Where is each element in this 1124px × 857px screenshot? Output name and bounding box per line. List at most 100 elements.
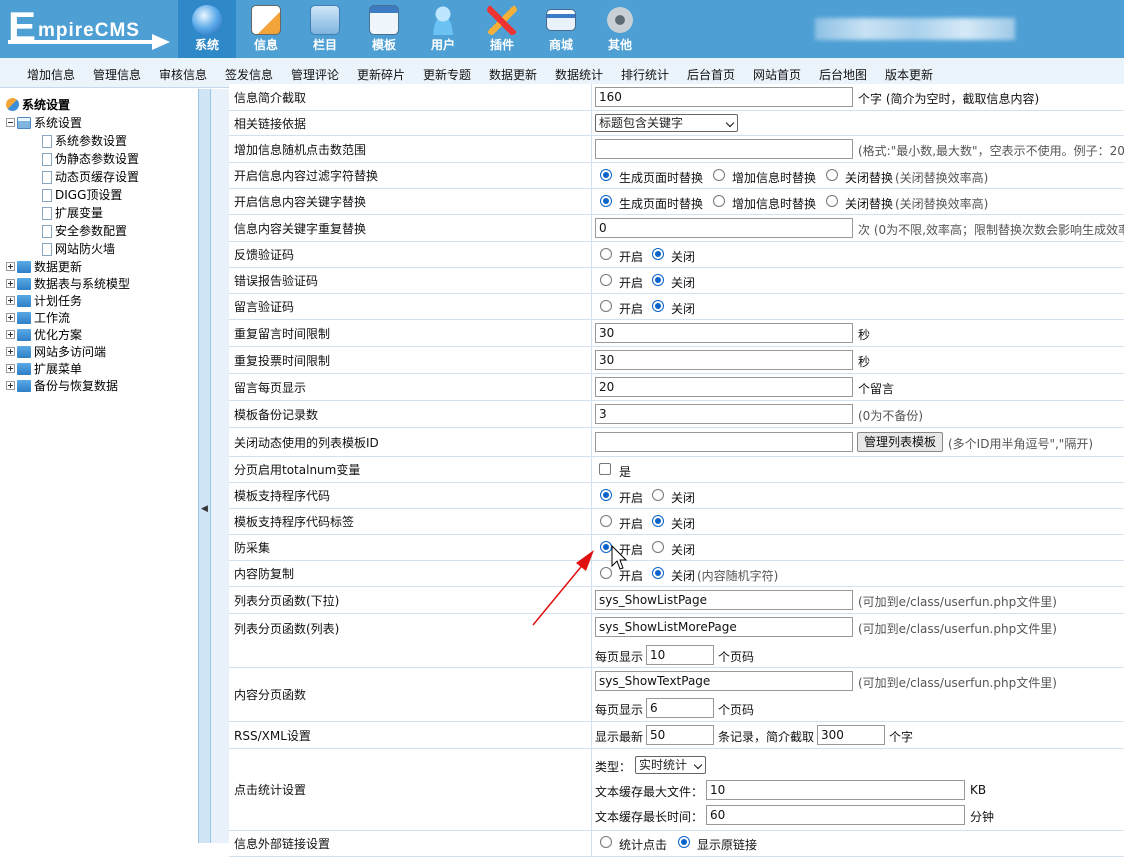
subnav-manage-comments[interactable]: 管理评论 (291, 66, 339, 83)
radio-open[interactable] (600, 248, 612, 260)
subnav-admin-home[interactable]: 后台首页 (687, 66, 735, 83)
subnav-ranking-stats[interactable]: 排行统计 (621, 66, 669, 83)
radio-open[interactable] (600, 300, 612, 312)
subnav-version-update[interactable]: 版本更新 (885, 66, 933, 83)
radio-close[interactable] (652, 300, 664, 312)
expand-icon[interactable] (6, 381, 15, 390)
tree-group-optimization[interactable]: 优化方案 (6, 327, 82, 343)
subnav-add-info[interactable]: 增加信息 (27, 66, 75, 83)
tree-group-scheduled-tasks[interactable]: 计划任务 (6, 293, 82, 309)
tree-group-data-update[interactable]: 数据更新 (6, 259, 82, 275)
radio-close[interactable] (652, 515, 664, 527)
tab-system[interactable]: 系统 (178, 0, 236, 58)
text-page-func-input[interactable]: sys_ShowTextPage (595, 671, 853, 691)
subnav-data-update[interactable]: 数据更新 (489, 66, 537, 83)
template-backups-input[interactable]: 3 (595, 404, 853, 424)
list-page-func-input[interactable]: sys_ShowListPage (595, 590, 853, 610)
repeat-message-input[interactable]: 30 (595, 323, 853, 343)
tab-plugin[interactable]: 插件 (473, 0, 531, 58)
radio-open[interactable] (600, 489, 612, 501)
tab-user[interactable]: 用户 (414, 0, 472, 58)
sidebar-item-security[interactable]: 安全参数配置 (42, 223, 127, 239)
sidebar-item-ext-vars[interactable]: 扩展变量 (42, 205, 103, 221)
tab-template[interactable]: 模板 (355, 0, 413, 58)
tab-shop[interactable]: 商城 (532, 0, 590, 58)
radio-close[interactable] (652, 274, 664, 286)
keyword-repeat-input[interactable]: 0 (595, 218, 853, 238)
expand-icon[interactable] (6, 313, 15, 322)
subnav-data-stats[interactable]: 数据统计 (555, 66, 603, 83)
rss-count-input[interactable]: 50 (646, 725, 714, 745)
messages-per-page-input[interactable]: 20 (595, 377, 853, 397)
subnav-sign-info[interactable]: 签发信息 (225, 66, 273, 83)
tree-group-workflow[interactable]: 工作流 (6, 310, 70, 326)
subnav-site-home[interactable]: 网站首页 (753, 66, 801, 83)
sidebar-splitter[interactable]: ◀ (198, 89, 211, 843)
expand-icon[interactable] (6, 347, 15, 356)
radio-gen-replace[interactable] (600, 169, 612, 181)
totalnum-checkbox[interactable] (599, 463, 611, 475)
rss-intro-length-input[interactable]: 300 (817, 725, 885, 745)
page-icon (42, 243, 52, 256)
intro-length-input[interactable]: 160 (595, 87, 853, 107)
random-clicks-input[interactable] (595, 139, 853, 159)
tree-group-system[interactable]: 系统设置 (6, 115, 82, 131)
sidebar-item-digg[interactable]: DIGG顶设置 (42, 187, 122, 203)
row-anti-scrape: 防采集 开启 关闭 (229, 535, 1124, 561)
radio-gen-replace[interactable] (600, 195, 612, 207)
folder-icon (17, 363, 31, 375)
expand-icon[interactable] (6, 279, 15, 288)
text-per-page-input[interactable]: 6 (646, 698, 714, 718)
radio-close[interactable] (652, 541, 664, 553)
radio-off-replace[interactable] (826, 169, 838, 181)
cache-max-file-input[interactable]: 10 (706, 780, 965, 800)
expand-icon[interactable] (6, 296, 15, 305)
radio-off-replace[interactable] (826, 195, 838, 207)
page-icon (42, 225, 52, 238)
expand-icon[interactable] (6, 364, 15, 373)
tab-other[interactable]: 其他 (591, 0, 649, 58)
cache-max-time-input[interactable]: 60 (706, 805, 965, 825)
subnav-review-info[interactable]: 审核信息 (159, 66, 207, 83)
radio-show-original[interactable] (678, 836, 690, 848)
subnav-admin-map[interactable]: 后台地图 (819, 66, 867, 83)
radio-open[interactable] (600, 541, 612, 553)
click-stat-type-select[interactable]: 实时统计 (635, 756, 706, 774)
subnav-manage-info[interactable]: 管理信息 (93, 66, 141, 83)
sidebar-item-firewall[interactable]: 网站防火墙 (42, 241, 115, 257)
row-repeat-vote-limit: 重复投票时间限制 30 秒 (229, 347, 1124, 374)
manage-list-templates-button[interactable]: 管理列表模板 (857, 432, 944, 452)
expand-icon[interactable] (6, 262, 15, 271)
folder-icon (17, 329, 31, 341)
radio-close[interactable] (652, 567, 664, 579)
tab-info[interactable]: 信息 (237, 0, 295, 58)
tree-group-multi-access[interactable]: 网站多访问端 (6, 344, 106, 360)
radio-count-clicks[interactable] (600, 836, 612, 848)
collapse-icon[interactable] (6, 118, 15, 127)
repeat-vote-input[interactable]: 30 (595, 350, 853, 370)
sidebar-item-dynamic-cache[interactable]: 动态页缓存设置 (42, 169, 139, 185)
row-intro-length: 信息简介截取 160 个字 (简介为空时，截取信息内容) (229, 84, 1124, 111)
list-more-page-func-input[interactable]: sys_ShowListMorePage (595, 617, 853, 637)
radio-close[interactable] (652, 489, 664, 501)
tree-root[interactable]: 系统设置 (6, 97, 70, 113)
radio-add-replace[interactable] (713, 195, 725, 207)
tree-group-backup[interactable]: 备份与恢复数据 (6, 378, 118, 394)
list-template-ids-input[interactable] (595, 432, 853, 452)
collapse-arrow-icon[interactable]: ◀ (201, 504, 208, 514)
tree-group-tables-models[interactable]: 数据表与系统模型 (6, 276, 130, 292)
subnav-update-topics[interactable]: 更新专题 (423, 66, 471, 83)
radio-open[interactable] (600, 567, 612, 579)
expand-icon[interactable] (6, 330, 15, 339)
tab-column[interactable]: 栏目 (296, 0, 354, 58)
sidebar-item-system-params[interactable]: 系统参数设置 (42, 133, 127, 149)
sidebar-item-rewrite-params[interactable]: 伪静态参数设置 (42, 151, 139, 167)
radio-open[interactable] (600, 515, 612, 527)
list-per-page-input[interactable]: 10 (646, 645, 714, 665)
subnav-update-fragments[interactable]: 更新碎片 (357, 66, 405, 83)
tree-group-ext-menu[interactable]: 扩展菜单 (6, 361, 82, 377)
radio-close[interactable] (652, 248, 664, 260)
related-link-select[interactable]: 标题包含关键字 (595, 114, 738, 132)
radio-open[interactable] (600, 274, 612, 286)
radio-add-replace[interactable] (713, 169, 725, 181)
